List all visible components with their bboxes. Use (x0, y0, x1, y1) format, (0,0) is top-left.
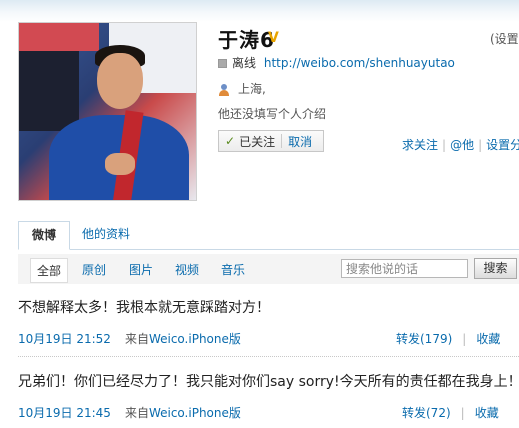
post-actions: 转发(179) | 收藏 (396, 332, 501, 346)
post-from-label: 来自 (124, 332, 149, 346)
location-row: 上海, (218, 80, 266, 97)
avatar-figure (105, 153, 135, 175)
filter-original[interactable]: 原创 (82, 261, 106, 278)
profile-url-link[interactable]: http://weibo.com/shenhuayutao (264, 56, 455, 70)
settings-link[interactable]: (设置 (490, 30, 519, 47)
repost-link[interactable]: 转发(179) (396, 332, 452, 346)
filter-music[interactable]: 音乐 (221, 261, 245, 278)
post-divider (18, 356, 519, 358)
verified-icon: V (268, 30, 279, 46)
post-time-link[interactable]: 10月19日 21:52 (18, 332, 111, 346)
search-button[interactable]: 搜索 (474, 258, 517, 279)
profile-intro: 他还没填写个人介绍 (218, 107, 327, 121)
person-icon (218, 83, 230, 96)
avatar-figure (97, 53, 143, 109)
location-text: 上海, (238, 82, 266, 96)
post-from-label: 来自 (124, 406, 149, 420)
status-row: 离线 http://weibo.com/shenhuayutao (218, 54, 455, 71)
profile-tabs: 微博 他的资料 (18, 221, 519, 250)
group-settings-link[interactable]: 设置分 (486, 138, 519, 152)
favorite-link[interactable]: 收藏 (476, 332, 500, 346)
profile-avatar[interactable] (18, 22, 197, 201)
mention-link[interactable]: @他 (450, 138, 474, 152)
divider (281, 134, 283, 148)
avatar-background (19, 23, 99, 51)
post-text: 兄弟们！你们已经尽力了！我只能对你们say sorry!今天所有的责任都在我身上… (18, 374, 519, 390)
tab-profile-info[interactable]: 他的资料 (82, 221, 130, 248)
followed-label: 已关注 (239, 134, 276, 149)
status-text: 离线 (232, 56, 257, 70)
unfollow-button[interactable]: 取消 (288, 133, 312, 150)
tab-weibo[interactable]: 微博 (18, 221, 70, 250)
avatar-background (19, 51, 79, 131)
filter-all[interactable]: 全部 (30, 258, 69, 283)
post-meta: 10月19日 21:45 来自Weico.iPhone版 (18, 404, 241, 421)
follow-status-box: ✓ 已关注 取消 (218, 130, 324, 152)
request-follow-link[interactable]: 求关注 (402, 138, 438, 152)
repost-link[interactable]: 转发(72) (402, 406, 451, 420)
post-time-link[interactable]: 10月19日 21:45 (18, 406, 111, 420)
filter-videos[interactable]: 视频 (175, 261, 199, 278)
post-meta: 10月19日 21:52 来自Weico.iPhone版 (18, 330, 241, 347)
post-source-link[interactable]: Weico.iPhone版 (149, 332, 241, 346)
search-input[interactable] (341, 259, 468, 278)
post-actions: 转发(72) | 收藏 (402, 406, 499, 420)
filter-bar: 全部 原创 图片 视频 音乐 搜索 (18, 254, 519, 284)
status-offline-icon (218, 59, 227, 68)
post-source-link[interactable]: Weico.iPhone版 (149, 406, 241, 420)
profile-name: 于涛6 (218, 28, 275, 52)
profile-actions: 求关注 | @他 | 设置分 (402, 136, 519, 153)
post-text: 不想解释太多！我根本就无意踩踏对方！ (18, 300, 270, 316)
filter-images[interactable]: 图片 (129, 261, 153, 278)
check-icon: ✓ (225, 134, 236, 148)
favorite-link[interactable]: 收藏 (475, 406, 499, 420)
